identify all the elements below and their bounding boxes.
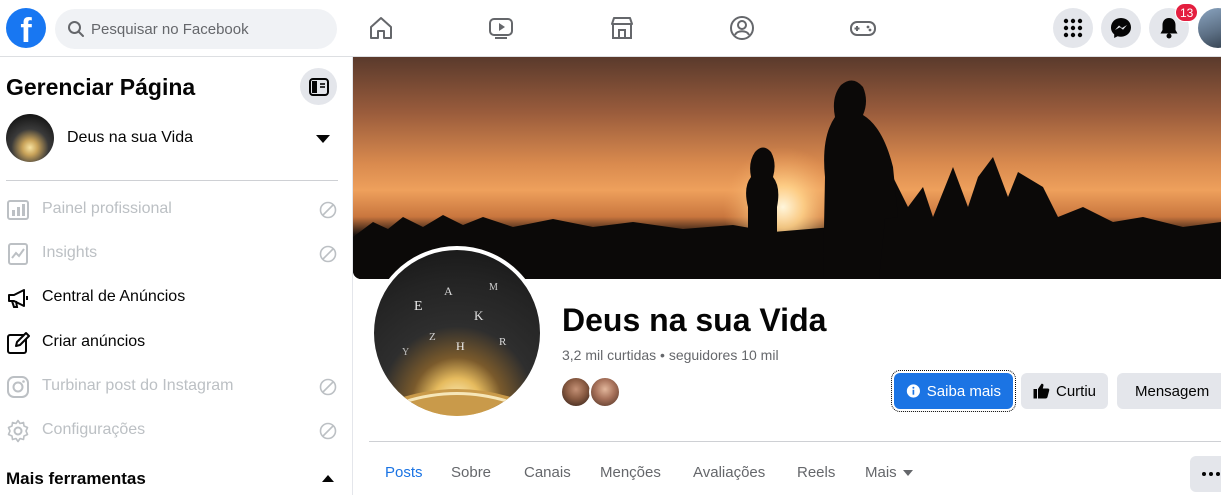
thumbs-up-icon xyxy=(1033,383,1050,399)
page-switcher-name: Deus na sua Vida xyxy=(67,129,194,146)
sidebar-item-label: Central de Anúncios xyxy=(42,288,186,305)
groups-icon[interactable] xyxy=(728,14,756,42)
page-profile-picture[interactable]: E A K Z M H Y R xyxy=(370,246,544,420)
watch-icon[interactable] xyxy=(487,14,515,42)
chevron-down-icon xyxy=(902,470,913,477)
sidebar-divider xyxy=(6,180,338,181)
sidebar-item-label: Turbinar post do Instagram xyxy=(42,377,234,394)
marketplace-icon[interactable] xyxy=(608,14,636,42)
blocked-icon xyxy=(319,245,337,263)
sidebar-item-settings[interactable]: Configurações xyxy=(6,411,338,451)
chevron-up-icon xyxy=(322,475,334,482)
account-avatar[interactable] xyxy=(1198,8,1221,48)
tab-more[interactable]: Mais xyxy=(865,464,913,481)
tabs-divider xyxy=(369,441,1221,442)
learn-more-label: Saiba mais xyxy=(926,382,1001,400)
sidebar-item-label: Configurações xyxy=(42,421,146,438)
tab-mentions[interactable]: Menções xyxy=(600,464,661,481)
cover-photo[interactable] xyxy=(353,57,1221,279)
home-icon[interactable] xyxy=(367,14,395,42)
gear-icon xyxy=(7,419,29,443)
sidebar-item-boost-instagram[interactable]: Turbinar post do Instagram xyxy=(6,367,338,407)
blocked-icon xyxy=(319,422,337,440)
tab-more-label: Mais xyxy=(865,464,897,481)
menu-grid-button[interactable] xyxy=(1053,8,1093,48)
more-tools-section[interactable]: Mais ferramentas xyxy=(6,469,338,495)
liked-label: Curtiu xyxy=(1055,382,1096,400)
tab-reviews[interactable]: Avaliações xyxy=(693,464,765,481)
tab-reels[interactable]: Reels xyxy=(797,464,835,481)
facebook-logo[interactable]: f xyxy=(6,8,46,48)
sidebar-item-label: Painel profissional xyxy=(42,200,172,217)
sidebar-item-insights[interactable]: Insights xyxy=(6,234,338,274)
gaming-icon[interactable] xyxy=(849,14,877,42)
top-navigation-bar: f 13 xyxy=(0,0,1221,57)
sidebar-panel-icon xyxy=(308,77,329,96)
book-letters-image: E A K Z M H Y R xyxy=(394,282,520,416)
pencil-icon xyxy=(7,332,30,354)
learn-more-button[interactable]: Saiba mais xyxy=(891,370,1016,412)
messenger-button[interactable] xyxy=(1101,8,1141,48)
collapse-sidebar-button[interactable] xyxy=(300,68,337,105)
svg-text:K: K xyxy=(474,308,484,323)
more-options-button[interactable] xyxy=(1190,456,1221,492)
page-main-area: E A K Z M H Y R Deus na sua Vida 3,2 mil… xyxy=(353,57,1221,495)
svg-text:Y: Y xyxy=(402,347,409,358)
page-switcher[interactable]: Deus na sua Vida xyxy=(6,114,338,166)
tab-about[interactable]: Sobre xyxy=(451,464,491,481)
tab-channels[interactable]: Canais xyxy=(524,464,571,481)
notification-badge: 13 xyxy=(1175,3,1199,22)
sidebar-item-label: Insights xyxy=(42,244,98,261)
notifications-icon xyxy=(1160,18,1178,39)
sidebar-item-label: Criar anúncios xyxy=(42,333,146,350)
sidebar-item-create-ads[interactable]: Criar anúncios xyxy=(6,323,338,363)
svg-text:R: R xyxy=(499,336,507,348)
svg-text:Z: Z xyxy=(429,331,436,343)
section-heading: Mais ferramentas xyxy=(6,469,146,488)
instagram-icon xyxy=(7,376,29,398)
svg-text:E: E xyxy=(414,299,423,314)
megaphone-icon xyxy=(8,289,28,308)
message-label: Mensagem xyxy=(1135,382,1210,400)
page-title: Deus na sua Vida xyxy=(562,302,827,338)
svg-text:H: H xyxy=(456,339,465,353)
cover-photo-silhouettes xyxy=(353,80,1221,279)
blocked-icon xyxy=(319,201,337,219)
tab-posts[interactable]: Posts xyxy=(385,464,423,481)
insights-icon xyxy=(8,243,28,265)
manage-page-sidebar: Gerenciar Página Deus na sua Vida Painel… xyxy=(0,57,353,495)
sidebar-title: Gerenciar Página xyxy=(6,74,196,100)
sidebar-item-professional-dashboard[interactable]: Painel profissional xyxy=(6,190,338,230)
svg-text:M: M xyxy=(489,282,498,293)
search-icon xyxy=(68,21,84,37)
messenger-icon xyxy=(1111,18,1131,38)
search-box[interactable] xyxy=(55,9,337,49)
friend-avatar[interactable] xyxy=(589,376,621,408)
ellipsis-icon xyxy=(1202,472,1220,476)
dashboard-icon xyxy=(7,200,29,220)
sidebar-item-ads-center[interactable]: Central de Anúncios xyxy=(6,278,338,318)
search-input[interactable] xyxy=(91,9,331,49)
liked-button[interactable]: Curtiu xyxy=(1021,373,1108,409)
page-stats[interactable]: 3,2 mil curtidas • seguidores 10 mil xyxy=(562,347,779,363)
page-avatar xyxy=(6,114,54,162)
chevron-down-icon xyxy=(316,135,330,143)
blocked-icon xyxy=(319,378,337,396)
message-button[interactable]: Mensagem xyxy=(1117,373,1221,409)
menu-grid-icon xyxy=(1063,18,1083,38)
info-icon xyxy=(906,384,920,398)
svg-text:A: A xyxy=(444,284,453,298)
friend-avatar[interactable] xyxy=(560,376,592,408)
